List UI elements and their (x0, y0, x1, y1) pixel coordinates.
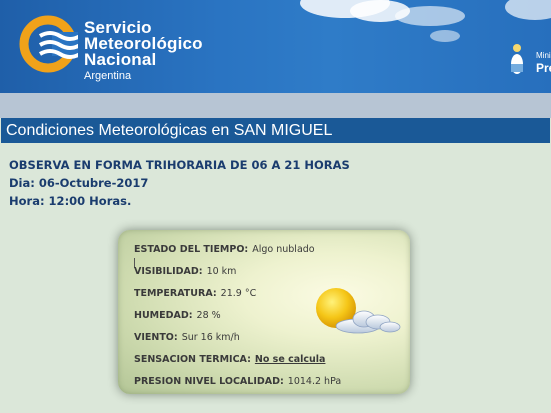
viento-row: VIENTO: Sur 16 km/h (134, 332, 240, 343)
page-title: Condiciones Meteorológicas en SAN MIGUEL (1, 118, 550, 143)
humedad-row: HUMEDAD: 28 % (134, 310, 221, 321)
observation-schedule: OBSERVA EN FORMA TRIHORARIA DE 06 A 21 H… (9, 158, 350, 172)
nav-strip (0, 93, 551, 118)
brand-country: Argentina (84, 70, 132, 82)
presion-value: 1014.2 hPa (287, 376, 342, 387)
temperatura-label: TEMPERATURA: (134, 288, 217, 299)
header-cloud (430, 30, 460, 42)
temperatura-row: TEMPERATURA: 21.9 °C (134, 288, 256, 299)
viento-value: Sur 16 km/h (181, 332, 240, 343)
sensacion-row: SENSACION TERMICA: No se calcula (134, 354, 325, 365)
observation-time: Hora: 12:00 Horas. (9, 194, 132, 208)
humedad-label: HUMEDAD: (134, 310, 193, 321)
humedad-value: 28 % (196, 310, 221, 321)
visibilidad-label: VISIBILIDAD: (134, 266, 203, 277)
presion-row: PRESION NIVEL LOCALIDAD: 1014.2 hPa (134, 376, 341, 387)
smn-logo-icon[interactable] (18, 14, 78, 74)
brand-line: Nacional (84, 50, 157, 69)
sensacion-label: SENSACION TERMICA: (134, 354, 251, 365)
sensacion-link[interactable]: No se calcula (255, 354, 326, 365)
estado-row: ESTADO DEL TIEMPO: Algo nublado (134, 244, 315, 255)
estado-value: Algo nublado (252, 244, 315, 255)
header-cloud (395, 6, 465, 26)
site-header: Servicio Meteorológico Nacional Argentin… (0, 0, 551, 93)
temperatura-value: 21.9 °C (220, 288, 257, 299)
ministry-text: Minis Pre (536, 50, 551, 74)
argentina-emblem-icon (511, 44, 523, 74)
observation-date: Dia: 06-Octubre-2017 (9, 176, 149, 190)
viento-label: VIENTO: (134, 332, 178, 343)
ministry-line-bold: Pre (536, 61, 551, 75)
partly-cloudy-icon (316, 288, 401, 334)
visibilidad-value: 10 km (206, 266, 237, 277)
visibilidad-row: VISIBILIDAD: 10 km (134, 266, 236, 277)
conditions-card: ESTADO DEL TIEMPO: Algo nublado VISIBILID… (118, 230, 410, 394)
estado-label: ESTADO DEL TIEMPO: (134, 244, 249, 255)
presion-label: PRESION NIVEL LOCALIDAD: (134, 376, 284, 387)
header-cloud (505, 0, 551, 20)
brand-name[interactable]: Servicio Meteorológico Nacional Argentin… (84, 19, 203, 83)
